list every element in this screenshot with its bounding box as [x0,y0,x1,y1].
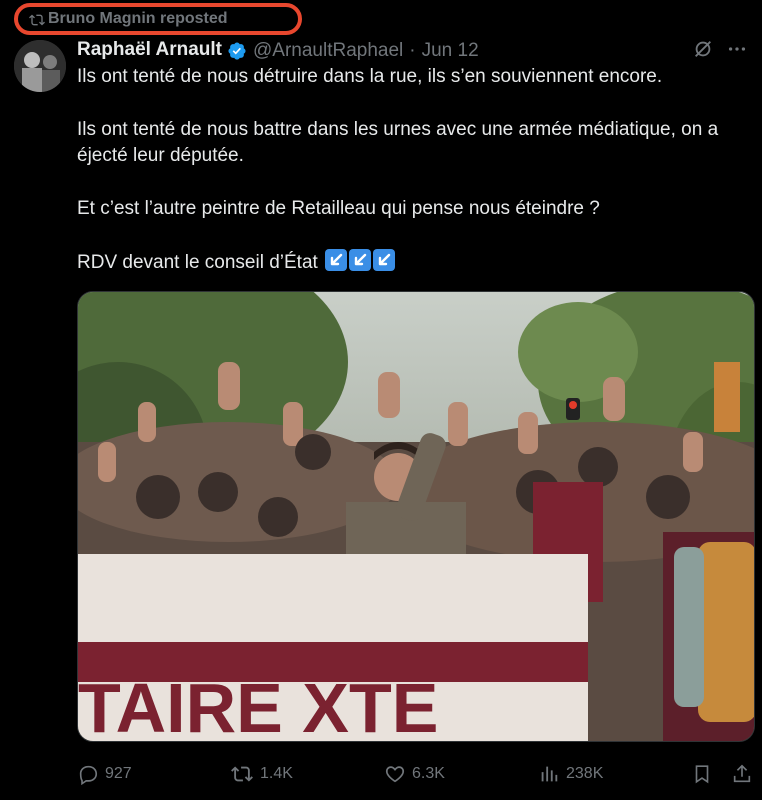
tweet-paragraph-3: Et c’est l’autre peintre de Retailleau q… [77,198,600,219]
separator-dot: · [409,40,416,61]
grok-icon[interactable] [692,38,714,60]
retweet-icon [231,766,253,782]
like-count: 6.3K [412,765,445,782]
verified-badge-icon [227,41,247,61]
action-bar: 927 1.4K 6.3K 238K [77,760,757,788]
bookmark-button[interactable] [691,760,713,788]
views-chart-icon [541,766,558,782]
reply-icon [79,765,98,785]
author-handle[interactable]: @ArnaultRaphael [253,40,403,62]
arrow-down-left-emoji-3 [373,249,396,271]
tweet-paragraph-4-text: RDV devant le conseil d’État [77,252,318,273]
repost-indicator[interactable]: Bruno Magnin reposted [14,3,302,35]
tweet-photo[interactable]: TAIRE XTE [77,291,755,742]
tweet-paragraph-2: Ils ont tenté de nous battre dans les ur… [77,119,719,166]
repost-label: Bruno Magnin reposted [48,10,228,27]
arrow-down-left-emoji-2 [349,249,372,271]
heart-icon [385,766,405,783]
author-name[interactable]: Raphaël Arnault [77,39,222,61]
reply-count: 927 [105,765,132,782]
tweet-paragraph-1: Ils ont tenté de nous détruire dans la r… [77,66,663,87]
more-options-icon[interactable] [726,38,748,60]
banner-text: TAIRE XTE [78,669,438,742]
views-count: 238K [566,765,604,782]
views-button[interactable]: 238K [538,760,603,788]
bookmark-icon [695,765,709,784]
repost-button[interactable]: 1.4K [230,760,293,788]
tweet-header: Raphaël Arnault @ArnaultRaphael · Jun 12 [77,38,748,64]
arrow-down-left-emoji-1 [325,249,348,271]
tweet-date[interactable]: Jun 12 [422,40,479,62]
tweet-text: Ils ont tenté de nous détruire dans la r… [77,64,757,276]
reply-button[interactable]: 927 [77,760,132,788]
repost-count: 1.4K [260,765,293,782]
avatar[interactable] [14,40,66,92]
tweet-paragraph-4: RDV devant le conseil d’État [77,249,757,276]
share-button[interactable] [731,760,753,788]
share-icon [733,764,751,783]
retweet-icon [29,14,45,26]
like-button[interactable]: 6.3K [384,760,445,788]
